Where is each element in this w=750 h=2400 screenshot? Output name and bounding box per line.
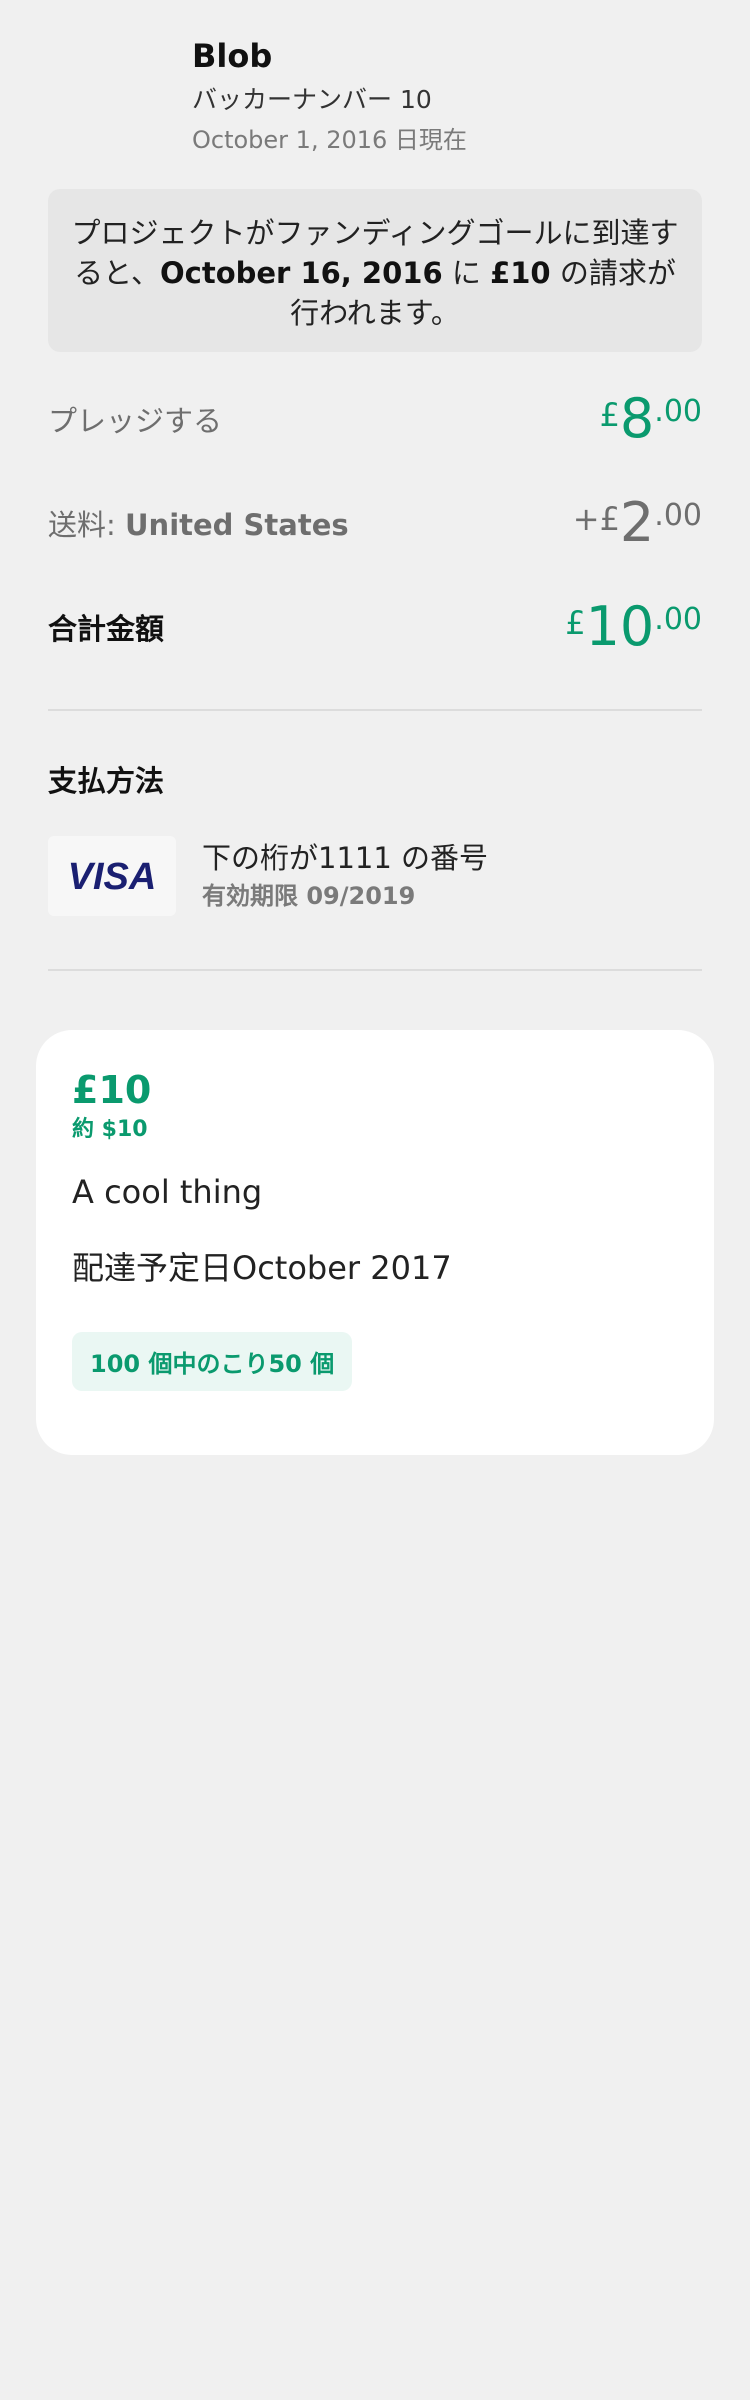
- total-amount: £ 10 .00: [565, 600, 702, 654]
- pledge-whole: 8: [619, 387, 655, 450]
- shipping-currency: £: [599, 500, 620, 538]
- total-cents: .00: [654, 602, 702, 637]
- shipping-cents: .00: [654, 498, 702, 533]
- visa-wordmark: VISA: [68, 856, 157, 896]
- visa-icon: VISA: [68, 856, 157, 896]
- total-whole: 10: [585, 595, 655, 658]
- shipping-row: 送料: United States + £ 2 .00: [48, 496, 702, 550]
- backer-name: Blob: [192, 37, 273, 75]
- pledge-row: プレッジする £ 8 .00: [48, 392, 702, 446]
- reward-approx-price: 約 $10: [72, 1117, 148, 1142]
- shipping-label: 送料: United States: [48, 502, 349, 544]
- card-info: 下の桁が1111 の番号 有効期限 09/2019: [202, 838, 488, 914]
- total-currency: £: [565, 604, 586, 642]
- pledge-cents: .00: [654, 394, 702, 429]
- shipping-label-text: 送料:: [48, 508, 125, 542]
- reward-remaining-badge: 100 個中のこり50 個: [72, 1332, 353, 1391]
- notice-text-mid: に: [442, 256, 491, 290]
- reward-estimated-delivery: 配達予定日October 2017: [72, 1249, 452, 1287]
- divider: [48, 709, 702, 711]
- notice-charge-date: October 16, 2016: [160, 256, 443, 290]
- backer-number: バッカーナンバー 10: [192, 85, 432, 114]
- backer-header: Blob バッカーナンバー 10 October 1, 2016 日現在: [192, 32, 467, 160]
- pledge-amount: £ 8 .00: [600, 392, 702, 446]
- payment-method-title: 支払方法: [48, 764, 165, 798]
- payment-card[interactable]: VISA 下の桁が1111 の番号 有効期限 09/2019: [48, 836, 488, 916]
- reward-title: A cool thing: [72, 1173, 263, 1211]
- card-expiry: 有効期限 09/2019: [202, 882, 416, 910]
- charge-notice: プロジェクトがファンディングゴールに到達すると、October 16, 2016…: [48, 189, 702, 352]
- pledge-label: プレッジする: [48, 404, 223, 438]
- notice-charge-amount: £10: [490, 256, 551, 290]
- shipping-whole: 2: [619, 491, 655, 554]
- as-of-date: October 1, 2016 日現在: [192, 126, 467, 154]
- shipping-location: United States: [125, 508, 349, 542]
- card-last-digits: 下の桁が1111 の番号: [202, 841, 489, 875]
- reward-price: £10: [72, 1068, 152, 1112]
- total-label: 合計金額: [48, 612, 165, 646]
- shipping-amount: + £ 2 .00: [573, 496, 702, 550]
- divider: [48, 969, 702, 971]
- pledge-currency: £: [599, 396, 620, 434]
- shipping-sign: +: [572, 500, 600, 538]
- total-row: 合計金額 £ 10 .00: [48, 600, 702, 654]
- reward-card: £10 約 $10 A cool thing 配達予定日October 2017…: [36, 1030, 714, 1455]
- visa-logo: VISA: [48, 836, 176, 916]
